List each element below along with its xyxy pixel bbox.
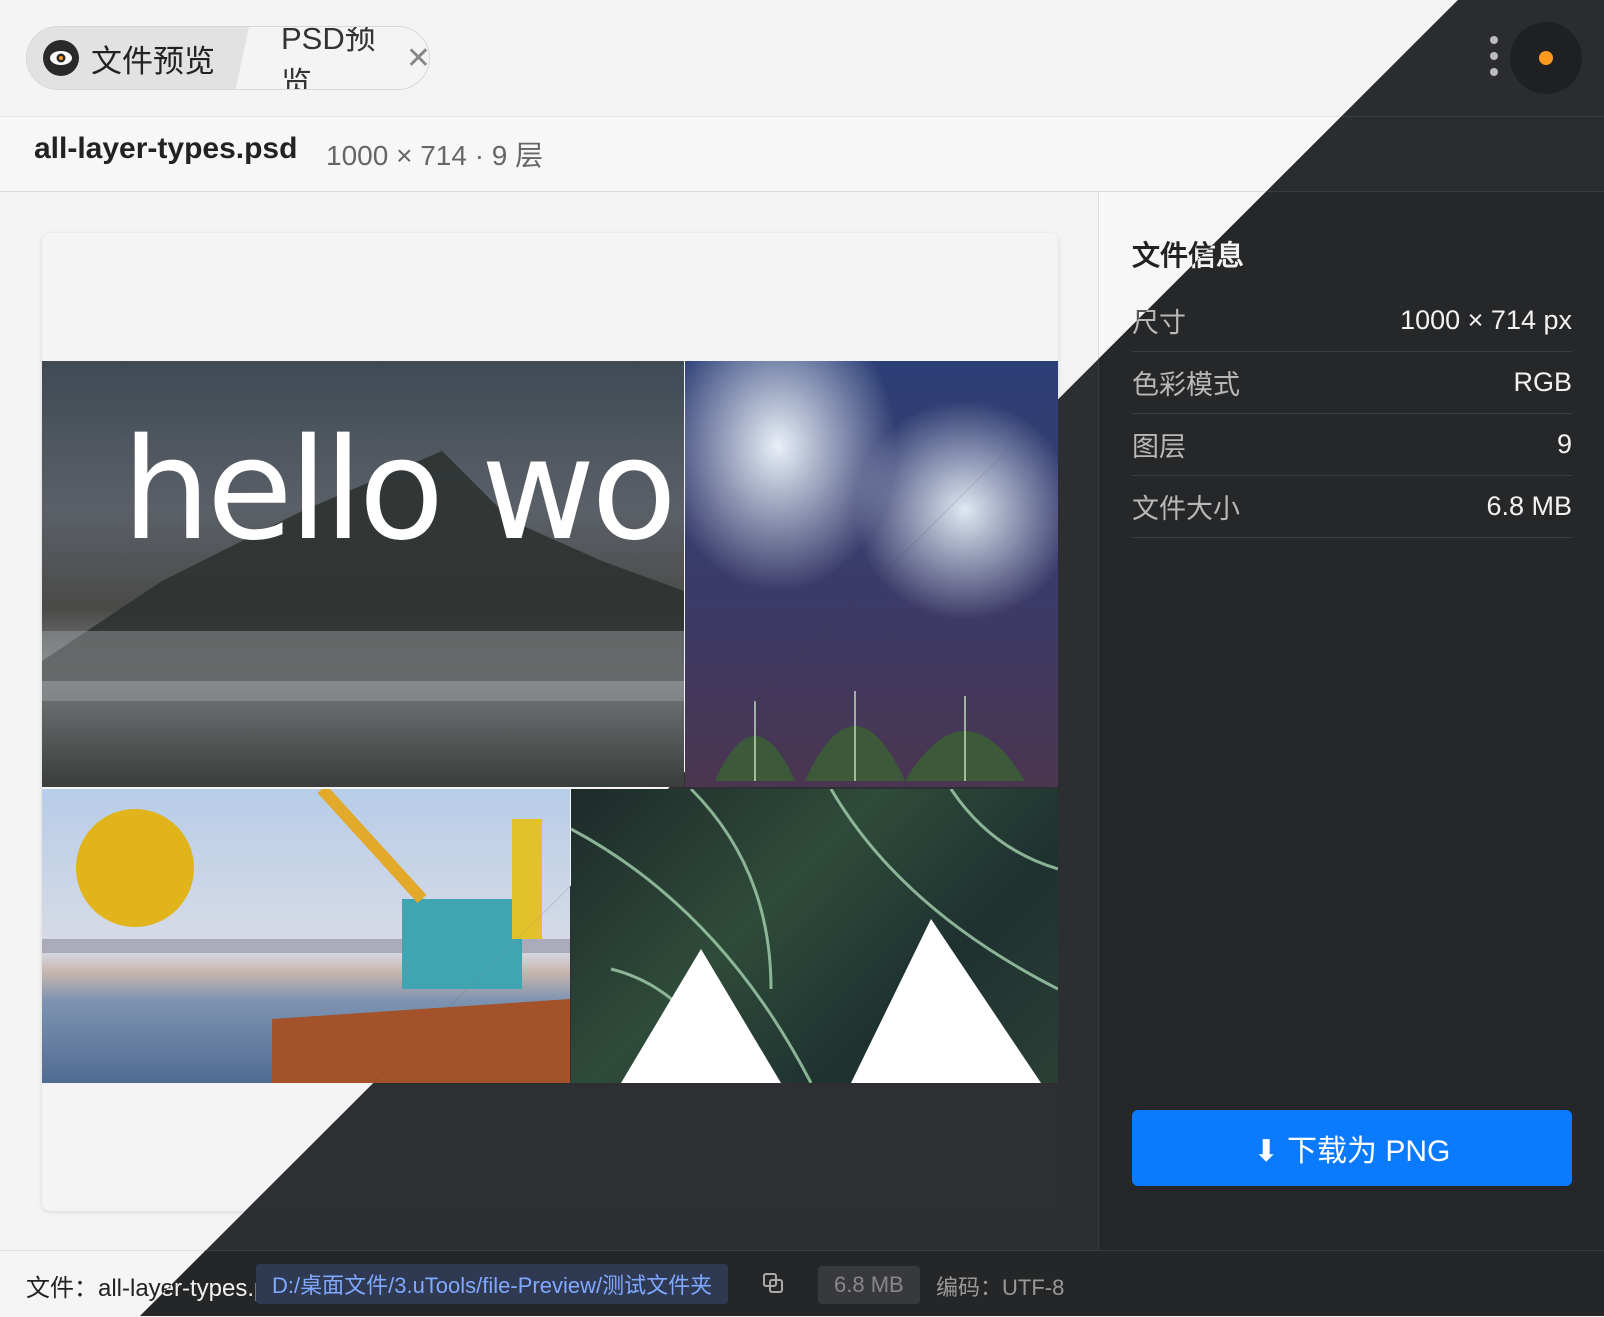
tab-psd-preview[interactable]: PSD预览 ✕ [257,26,429,90]
info-label: 色彩模式 [1132,370,1240,400]
tab-label: 文件预览 [91,43,215,79]
tab-strip: 文件预览 PSD预览 ✕ [26,26,430,90]
info-value: RGB [1513,367,1572,397]
info-row-size: 尺寸 1000 × 714 px [1132,290,1572,352]
info-value: 9 [1556,429,1572,459]
more-vertical-icon[interactable] [1488,36,1500,80]
close-icon[interactable]: ✕ [406,41,429,76]
tab-file-preview[interactable]: 文件预览 [27,27,249,89]
mountain-photo: hello world [42,361,684,787]
file-path-link[interactable]: D:/桌面文件/3.uTools/file-Preview/测试文件夹 [256,1264,729,1304]
file-name: all-layer-types.psd [34,132,298,165]
hello-world-text: hello world [122,409,684,572]
eye-icon [43,40,79,76]
app-logo-icon[interactable] [1510,22,1582,94]
tab-label: PSD预览 [281,26,376,90]
info-value: 1000 × 714 px [1400,305,1572,335]
download-png-button[interactable]: ⬇ 下载为 PNG [1132,1110,1572,1186]
fern-photo [571,789,1058,1083]
file-meta: 1000 × 714 · 9 层 [326,140,544,171]
encoding-label: 编码：UTF-8 [936,1275,1065,1300]
info-row-color-mode: 色彩模式 RGB [1132,352,1572,414]
info-label: 文件大小 [1132,494,1240,524]
info-row-file-size: 文件大小 6.8 MB [1132,476,1572,538]
file-size-badge: 6.8 MB [818,1266,920,1304]
info-label: 图层 [1132,432,1186,462]
info-row-layers: 图层 9 [1132,414,1572,476]
copy-icon[interactable] [762,1272,784,1294]
info-value: 6.8 MB [1486,491,1572,521]
